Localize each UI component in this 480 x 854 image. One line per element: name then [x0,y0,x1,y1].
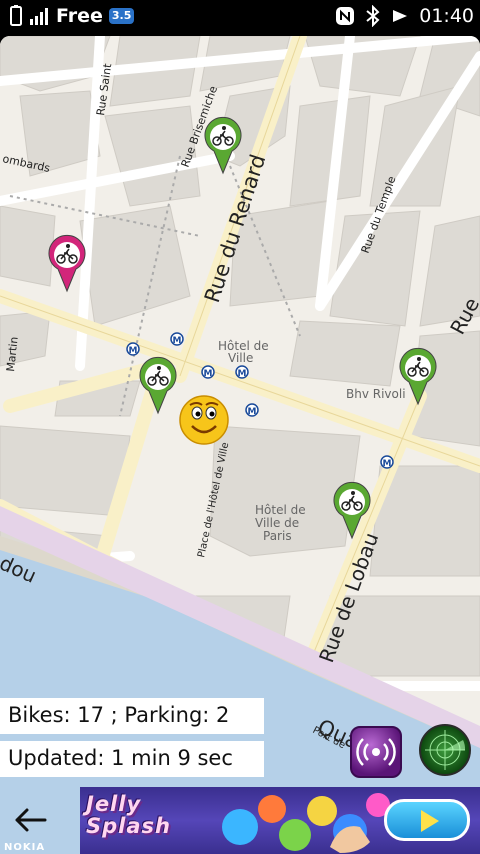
smiley-face-icon[interactable] [179,395,229,445]
radar-button[interactable] [419,724,471,776]
app-screen: Free 3.5 01:40 Rue du Renard Rue Brisemi… [0,0,480,854]
metro-icon: M [126,342,140,356]
poi-bhv-rivoli: Bhv Rivoli [346,387,406,401]
speaker-waves-icon [356,738,396,766]
bikes-parking-count: Bikes: 17 ; Parking: 2 [0,698,264,734]
back-button[interactable] [4,790,56,850]
svg-text:M: M [248,407,257,417]
svg-text:M: M [383,459,392,469]
svg-text:M: M [173,336,182,346]
sound-toggle-button[interactable] [350,726,402,778]
svg-text:M: M [238,369,247,379]
metro-icon: M [201,365,215,379]
metro-icon: M [170,332,184,346]
nfc-icon [336,7,355,25]
carrier-name: Free [56,5,103,27]
metro-icon: M [235,365,249,379]
svg-text:M: M [129,346,138,356]
svg-text:M: M [204,369,213,379]
sound-icon [393,10,408,22]
poi-hotel-paris-line3: Paris [263,529,292,543]
metro-icon: M [380,455,394,469]
network-type-badge: 3.5 [108,8,135,24]
usb-icon [10,5,22,26]
jelly-candies-icon [222,793,390,853]
last-updated-text: Updated: 1 min 9 sec [0,741,264,777]
status-bar: Free 3.5 01:40 [0,0,480,34]
ad-title: Jelly Splash [86,793,171,837]
signal-bars-icon [30,8,48,25]
back-arrow-icon [15,808,47,832]
ad-banner[interactable]: Jelly Splash [80,787,480,854]
bluetooth-icon [366,5,380,27]
clock: 01:40 [419,5,474,27]
ad-play-button[interactable] [384,799,470,841]
ad-title-line1: Jelly [86,792,142,816]
metro-icon: M [245,403,259,417]
poi-hotel-paris-line2: Ville de [255,516,299,530]
map-view[interactable]: Rue du Renard Rue Brisemiche Rue Saint R… [0,36,480,854]
radar-icon [425,730,466,770]
ad-title-line2: Splash [86,814,171,838]
nokia-logo: NOKIA [4,842,46,853]
poi-hotel-de-ville-line2: Ville [228,351,253,365]
poi-hotel-paris-line1: Hôtel de [255,503,306,517]
play-icon [421,810,439,832]
